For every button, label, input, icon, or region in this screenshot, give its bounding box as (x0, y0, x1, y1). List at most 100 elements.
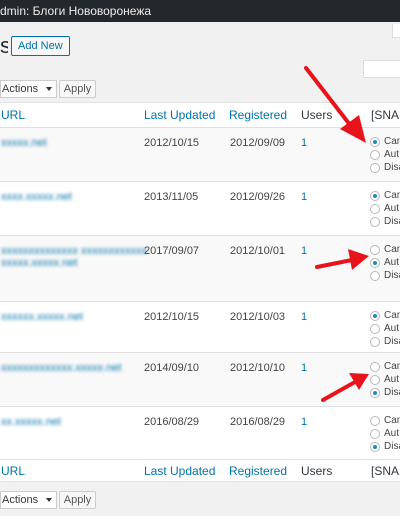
footer-divider (0, 459, 400, 460)
column-footer-users: Users (301, 464, 333, 478)
radio-option-aut[interactable]: Aut (370, 257, 400, 269)
column-header-users: Users (301, 108, 333, 122)
radio-label: Can (384, 244, 400, 255)
users-count-link[interactable]: 1 (301, 137, 307, 150)
table-row: xxxxxxxxxxxxxx xxxxxxxxxxxx xxxxx.xxxxx.… (0, 236, 400, 301)
radio-button[interactable] (370, 442, 380, 452)
radio-option-aut[interactable]: Aut (370, 149, 400, 161)
radio-option-aut[interactable]: Aut (370, 374, 400, 386)
column-header-last-updated[interactable]: Last Updated (144, 108, 215, 122)
registered-cell: 2012/10/01 (230, 245, 286, 257)
radio-label: Can (384, 190, 400, 201)
users-count-link[interactable]: 1 (301, 416, 307, 429)
radio-option-can[interactable]: Can (370, 136, 400, 148)
table-row: xxxxx.net 2012/10/15 2012/09/09 1 Can Au… (0, 128, 400, 181)
table-row: xxxx.xxxxx.net 2013/11/05 2012/09/26 1 C… (0, 182, 400, 235)
radio-button[interactable] (370, 204, 380, 214)
column-header-url[interactable]: URL (1, 108, 25, 122)
last-updated-cell: 2014/09/10 (144, 362, 200, 374)
radio-button[interactable] (370, 245, 380, 255)
radio-option-disa[interactable]: Disa (370, 162, 400, 174)
registered-cell: 2012/09/26 (230, 191, 286, 203)
page-title: s (0, 36, 8, 56)
site-url-link[interactable]: xxxxxx.xxxxx.net (1, 310, 83, 324)
radio-option-disa[interactable]: Disa (370, 441, 400, 453)
search-input[interactable] (363, 60, 400, 78)
radio-option-aut[interactable]: Aut (370, 428, 400, 440)
radio-label: Disa (384, 270, 400, 281)
radio-button[interactable] (370, 258, 380, 268)
radio-label: Disa (384, 162, 400, 173)
registered-cell: 2012/10/03 (230, 311, 286, 323)
radio-option-aut[interactable]: Aut (370, 323, 400, 335)
radio-option-can[interactable]: Can (370, 310, 400, 322)
radio-label: Aut (384, 257, 400, 268)
admin-bar-title[interactable]: dmin: Блоги Нововоронежа (0, 0, 151, 22)
chevron-down-icon (46, 87, 52, 91)
apply-button[interactable]: Apply (59, 80, 96, 98)
column-footer-url[interactable]: URL (1, 464, 25, 478)
site-url-link[interactable]: xx.xxxxx.net (1, 415, 61, 429)
column-header-snap: [SNAP (371, 108, 400, 122)
radio-button[interactable] (370, 416, 380, 426)
apply-button[interactable]: Apply (59, 491, 96, 509)
users-count-link[interactable]: 1 (301, 191, 307, 204)
radio-button[interactable] (370, 217, 380, 227)
site-url-link-line2[interactable]: xxxxx.xxxxx.net (1, 256, 77, 270)
table-row: xx.xxxxx.net 2016/08/29 2016/08/29 1 Can… (0, 407, 400, 459)
bulk-actions-selected-label: Actions (2, 83, 39, 95)
last-updated-cell: 2017/09/07 (144, 245, 200, 257)
site-url-link[interactable]: xxxxxxxxxxxxx.xxxxx.net (1, 361, 121, 375)
column-footer-last-updated[interactable]: Last Updated (144, 464, 215, 478)
radio-label: Can (384, 310, 400, 321)
radio-button[interactable] (370, 375, 380, 385)
radio-button[interactable] (370, 324, 380, 334)
radio-option-can[interactable]: Can (370, 361, 400, 373)
users-count-link[interactable]: 1 (301, 245, 307, 258)
radio-label: Disa (384, 441, 400, 452)
radio-label: Aut (384, 428, 400, 439)
bulk-actions-select[interactable]: Actions (0, 491, 57, 509)
radio-option-disa[interactable]: Disa (370, 387, 400, 399)
radio-option-can[interactable]: Can (370, 415, 400, 427)
admin-bar: dmin: Блоги Нововоронежа (0, 0, 400, 22)
bulk-actions-selected-label: Actions (2, 494, 39, 506)
screen-options-tab[interactable] (392, 24, 400, 38)
site-url-link[interactable]: xxxxx.net (1, 136, 47, 150)
radio-button[interactable] (370, 388, 380, 398)
radio-button[interactable] (370, 337, 380, 347)
radio-label: Aut (384, 149, 400, 160)
radio-label: Disa (384, 336, 400, 347)
radio-label: Can (384, 361, 400, 372)
site-url-link[interactable]: xxxx.xxxxx.net (1, 190, 72, 204)
column-header-registered[interactable]: Registered (229, 108, 287, 122)
users-count-link[interactable]: 1 (301, 311, 307, 324)
last-updated-cell: 2013/11/05 (144, 191, 199, 203)
last-updated-cell: 2016/08/29 (144, 416, 200, 428)
radio-button[interactable] (370, 163, 380, 173)
radio-button[interactable] (370, 191, 380, 201)
sites-table: URL Last Updated Registered Users [SNAP … (0, 102, 400, 482)
radio-button[interactable] (370, 429, 380, 439)
radio-option-disa[interactable]: Disa (370, 216, 400, 228)
column-footer-registered[interactable]: Registered (229, 464, 287, 478)
radio-label: Aut (384, 374, 400, 385)
users-count-link[interactable]: 1 (301, 362, 307, 375)
radio-option-can[interactable]: Can (370, 244, 400, 256)
radio-label: Can (384, 136, 400, 147)
add-new-button[interactable]: Add New (11, 36, 70, 56)
bulk-actions-select[interactable]: Actions (0, 80, 57, 98)
registered-cell: 2016/08/29 (230, 416, 286, 428)
radio-option-can[interactable]: Can (370, 190, 400, 202)
radio-button[interactable] (370, 311, 380, 321)
radio-button[interactable] (370, 150, 380, 160)
radio-button[interactable] (370, 362, 380, 372)
chevron-down-icon (46, 498, 52, 502)
table-row: xxxxxx.xxxxx.net 2012/10/15 2012/10/03 1… (0, 302, 400, 352)
radio-button[interactable] (370, 271, 380, 281)
radio-option-aut[interactable]: Aut (370, 203, 400, 215)
radio-label: Aut (384, 323, 400, 334)
radio-button[interactable] (370, 137, 380, 147)
radio-option-disa[interactable]: Disa (370, 270, 400, 282)
radio-option-disa[interactable]: Disa (370, 336, 400, 348)
